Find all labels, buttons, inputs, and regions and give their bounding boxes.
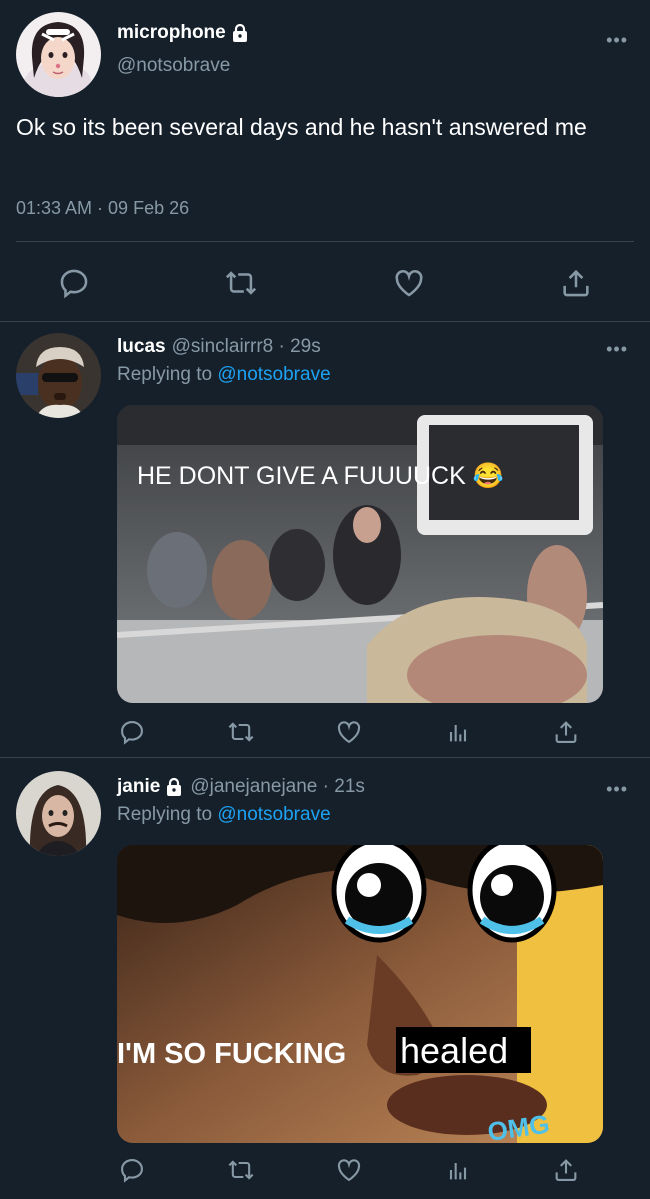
handle-time[interactable]: @janejanejane · 21s (190, 776, 365, 798)
display-name[interactable]: lucas (117, 336, 166, 358)
more-icon[interactable]: ••• (606, 339, 628, 360)
anime-eye-icon (331, 845, 427, 943)
media-caption: I'M SO FUCKING (117, 1038, 346, 1070)
reply-icon[interactable] (118, 718, 146, 746)
replying-handle-link[interactable]: @notsobrave (217, 804, 330, 825)
media-caption-box: healed (400, 1030, 508, 1071)
analytics-icon[interactable] (444, 1156, 472, 1184)
display-name[interactable]: microphone (117, 22, 226, 44)
retweet-icon[interactable] (227, 718, 255, 746)
divider (16, 241, 634, 242)
replying-to: Replying to @notsobrave (117, 804, 331, 826)
avatar[interactable] (16, 333, 101, 418)
lock-icon (230, 23, 250, 43)
main-tweet: microphone @notsobrave ••• Ok so its bee… (0, 0, 650, 322)
like-icon[interactable] (392, 266, 426, 300)
media-image[interactable]: HE DONT GIVE A FUUUUCK 😂 (117, 405, 603, 703)
more-icon[interactable]: ••• (606, 30, 628, 51)
handle-time[interactable]: @sinclairrr8 · 29s (172, 336, 321, 358)
tweet-text: Ok so its been several days and he hasn'… (16, 114, 587, 140)
replying-prefix: Replying to (117, 804, 213, 825)
replying-to: Replying to @notsobrave (117, 364, 331, 386)
handle-row: @notsobrave (117, 55, 230, 77)
author-row: janie @janejanejane · 21s (117, 776, 365, 798)
reply-icon[interactable] (57, 266, 91, 300)
timestamp[interactable]: 01:33 AM · 09 Feb 26 (16, 198, 189, 219)
like-icon[interactable] (335, 1156, 363, 1184)
author-row: lucas @sinclairrr8 · 29s (117, 336, 321, 358)
media-caption: HE DONT GIVE A FUUUUCK 😂 (137, 462, 504, 490)
more-icon[interactable]: ••• (606, 779, 628, 800)
replying-prefix: Replying to (117, 364, 213, 385)
action-bar (57, 266, 593, 300)
reply-icon[interactable] (118, 1156, 146, 1184)
avatar[interactable] (16, 12, 101, 97)
reply-tweet[interactable]: lucas @sinclairrr8 · 29s ••• Replying to… (0, 323, 650, 758)
retweet-icon[interactable] (224, 266, 258, 300)
author-row: microphone (117, 22, 250, 44)
handle[interactable]: @notsobrave (117, 55, 230, 77)
like-icon[interactable] (335, 718, 363, 746)
reply-tweet[interactable]: janie @janejanejane · 21s ••• Replying t… (0, 759, 650, 1199)
avatar[interactable] (16, 771, 101, 856)
analytics-icon[interactable] (444, 718, 472, 746)
anime-eye-icon (467, 845, 557, 943)
retweet-icon[interactable] (227, 1156, 255, 1184)
lock-icon (164, 777, 184, 797)
media-image[interactable]: I'M SO FUCKING healed OMG (117, 845, 603, 1143)
display-name[interactable]: janie (117, 776, 160, 798)
action-bar (118, 718, 580, 746)
replying-handle-link[interactable]: @notsobrave (217, 364, 330, 385)
action-bar (118, 1156, 580, 1184)
share-icon[interactable] (552, 718, 580, 746)
share-icon[interactable] (552, 1156, 580, 1184)
share-icon[interactable] (559, 266, 593, 300)
